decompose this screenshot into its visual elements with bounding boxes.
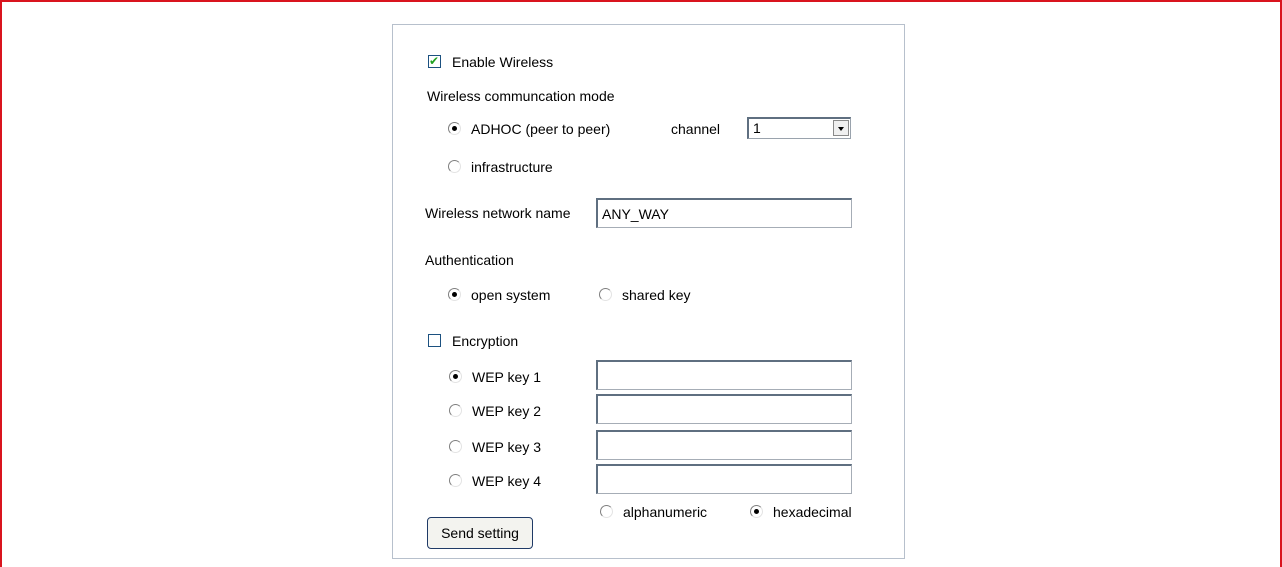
wep-key-3-radio[interactable] bbox=[449, 440, 462, 453]
auth-shared-radio[interactable] bbox=[599, 288, 612, 301]
mode-infrastructure-radio[interactable] bbox=[448, 160, 461, 173]
wep-key-2-label: WEP key 2 bbox=[472, 403, 541, 419]
auth-open-label: open system bbox=[471, 287, 551, 303]
authentication-title: Authentication bbox=[425, 252, 514, 268]
wep-key-1-radio[interactable] bbox=[449, 370, 462, 383]
wep-key-4-input[interactable] bbox=[596, 464, 852, 494]
channel-select[interactable]: 1 bbox=[747, 117, 851, 139]
wep-key-2-input[interactable] bbox=[596, 394, 852, 424]
wep-key-4-radio[interactable] bbox=[449, 474, 462, 487]
network-name-label: Wireless network name bbox=[425, 205, 571, 221]
auth-open-radio[interactable] bbox=[448, 288, 461, 301]
format-hexadecimal-label: hexadecimal bbox=[773, 504, 852, 520]
send-setting-button[interactable]: Send setting bbox=[427, 517, 533, 549]
encryption-label: Encryption bbox=[452, 333, 519, 349]
format-alphanumeric-radio[interactable] bbox=[600, 505, 613, 518]
mode-adhoc-label: ADHOC (peer to peer) bbox=[471, 121, 611, 137]
mode-title: Wireless communcation mode bbox=[427, 88, 615, 104]
wep-key-3-input[interactable] bbox=[596, 430, 852, 460]
wep-key-3-label: WEP key 3 bbox=[472, 439, 541, 455]
wep-key-1-input[interactable] bbox=[596, 360, 852, 390]
chevron-down-icon[interactable] bbox=[833, 120, 849, 136]
wep-key-2-radio[interactable] bbox=[449, 404, 462, 417]
network-name-input[interactable] bbox=[596, 198, 852, 228]
enable-wireless-checkbox[interactable] bbox=[428, 53, 441, 69]
wep-key-4-label: WEP key 4 bbox=[472, 473, 541, 489]
mode-adhoc-radio[interactable] bbox=[448, 122, 461, 135]
encryption-checkbox[interactable] bbox=[428, 334, 441, 347]
mode-infrastructure-label: infrastructure bbox=[471, 159, 553, 175]
format-alphanumeric-label: alphanumeric bbox=[623, 504, 708, 520]
enable-wireless-label: Enable Wireless bbox=[452, 54, 554, 70]
auth-shared-label: shared key bbox=[622, 287, 691, 303]
channel-value: 1 bbox=[753, 120, 761, 136]
format-hexadecimal-radio[interactable] bbox=[750, 505, 763, 518]
channel-label: channel bbox=[671, 121, 721, 137]
wep-key-1-label: WEP key 1 bbox=[472, 369, 541, 385]
